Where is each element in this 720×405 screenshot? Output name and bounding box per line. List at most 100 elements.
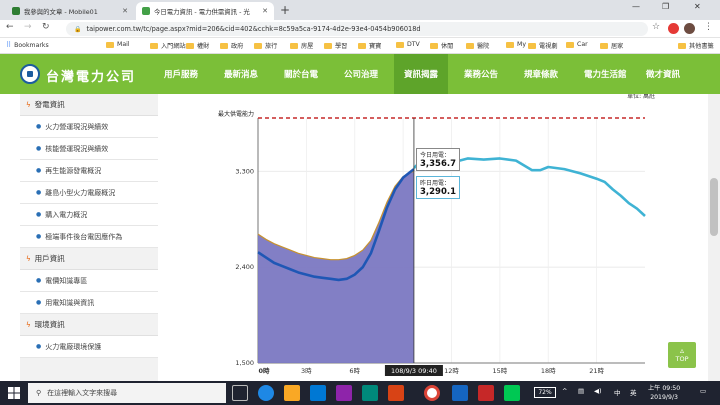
folder-icon	[506, 41, 514, 48]
yesterday-usage-tooltip: 昨日用電： 3,290.1	[416, 176, 461, 199]
bookmark-item[interactable]: ⠿ Bookmarks	[6, 41, 49, 49]
tab-mobile01[interactable]: 我參與的文章 - Mobile01 ✕	[6, 2, 134, 20]
scrollbar-thumb[interactable]	[710, 178, 718, 236]
battery-indicator[interactable]: 72%	[534, 387, 556, 398]
bookmark-folder[interactable]: 權財	[186, 41, 209, 50]
forward-icon[interactable]: →	[24, 22, 32, 32]
sidebar-item[interactable]: ● 核能營運現況與績效	[20, 138, 158, 160]
new-tab-icon[interactable]: +	[280, 3, 290, 17]
sidebar-item[interactable]: ● 極端事件後台電因應作為	[20, 226, 158, 248]
back-icon[interactable]: ←	[6, 22, 14, 32]
bookmark-folder[interactable]: Car	[566, 41, 588, 48]
bullet-icon: ●	[36, 277, 42, 284]
sidebar-item[interactable]: ● 電價知識專區	[20, 270, 158, 292]
network-icon[interactable]: ▤	[578, 387, 584, 395]
bullet-icon: ●	[36, 123, 42, 130]
bullet-icon: ●	[36, 145, 42, 152]
bookmark-folder[interactable]: 旅行	[254, 41, 277, 50]
edge-icon[interactable]	[258, 385, 274, 401]
bookmark-folder[interactable]: Mail	[106, 41, 130, 48]
windows-taskbar: ⚲ 在這裡輸入文字來搜尋 72% ^ ▤ ◀) 中 英 上午 09:50 201…	[0, 381, 720, 405]
sidebar-item[interactable]: ● 購入電力概況	[20, 204, 158, 226]
extension-icon[interactable]	[668, 23, 679, 34]
taskbar-search-input[interactable]: ⚲ 在這裡輸入文字來搜尋	[28, 383, 226, 403]
file-explorer-icon[interactable]	[284, 385, 300, 401]
tooltip-yesterday-value: 3,290.1	[420, 187, 457, 197]
nav-item[interactable]: 公司治理	[344, 68, 378, 80]
search-icon: ⚲	[36, 389, 42, 397]
sidebar-item[interactable]: ● 用電知識與資訊	[20, 292, 158, 314]
line-icon[interactable]	[504, 385, 520, 401]
bookmark-folder[interactable]: DTV	[396, 41, 420, 48]
store-icon[interactable]	[362, 385, 378, 401]
minimize-icon[interactable]: —	[632, 2, 640, 11]
close-window-icon[interactable]: ✕	[694, 2, 701, 11]
task-view-icon[interactable]	[232, 385, 248, 401]
ime-mode-icon[interactable]: 英	[630, 387, 637, 397]
bookmark-folder[interactable]: 居家	[600, 41, 623, 50]
bullet-icon: ●	[36, 233, 42, 240]
url-text: taipower.com.tw/tc/page.aspx?mid=206&cid…	[86, 25, 421, 33]
nav-item[interactable]: 最新消息	[224, 68, 258, 80]
app-icon[interactable]	[478, 385, 494, 401]
maximize-icon[interactable]: ❐	[662, 2, 669, 11]
folder-icon	[466, 42, 474, 49]
nav-item[interactable]: 規章條款	[524, 68, 558, 80]
folder-icon	[678, 42, 686, 49]
tab-taipower[interactable]: 今日電力資訊 - 電力供需資訊 - 光 ✕	[136, 2, 274, 20]
page-scrollbar[interactable]	[708, 94, 720, 381]
mail-icon[interactable]	[310, 385, 326, 401]
sidebar-section-heading[interactable]: ϟ 用戶資訊	[20, 248, 158, 270]
ime-icon[interactable]: 中	[614, 387, 621, 397]
nav-item[interactable]: 關於台電	[284, 68, 318, 80]
menu-kebab-icon[interactable]: ⋮	[704, 22, 713, 32]
nav-item[interactable]: 資訊揭露	[394, 54, 449, 94]
sidebar-item[interactable]: ● 再生能源發電概況	[20, 160, 158, 182]
sidebar-item[interactable]: ● 離島小型火力電廠概況	[20, 182, 158, 204]
sidebar-item[interactable]: ● 火力電廠環境保護	[20, 336, 158, 358]
taipower-logo-icon[interactable]	[20, 64, 40, 84]
bullet-icon: ●	[36, 343, 42, 350]
bookmark-folder[interactable]: 政府	[220, 41, 243, 50]
sidebar-section-heading[interactable]: ϟ 發電資訊	[20, 94, 158, 116]
windows-start-icon[interactable]	[8, 387, 20, 399]
other-bookmarks[interactable]: 其他書籤	[678, 41, 714, 50]
y-tick-label: 3,300	[235, 167, 254, 175]
x-tick-label: 0時	[258, 366, 270, 375]
bookmark-star-icon[interactable]: ☆	[652, 22, 660, 32]
close-tab-icon[interactable]: ✕	[262, 7, 268, 15]
address-bar[interactable]: 🔒 taipower.com.tw/tc/page.aspx?mid=206&c…	[66, 22, 648, 36]
tab-title: 我參與的文章 - Mobile01	[24, 7, 98, 16]
profile-avatar[interactable]	[684, 23, 695, 34]
nav-item[interactable]: 徵才資訊	[646, 68, 680, 80]
reload-icon[interactable]: ↻	[42, 22, 50, 32]
office-icon[interactable]	[388, 385, 404, 401]
bookmark-folder[interactable]: 學習	[324, 41, 347, 50]
bookmark-folder[interactable]: My	[506, 41, 526, 48]
folder-icon	[220, 42, 228, 49]
bookmark-folder[interactable]: 房屋	[290, 41, 313, 50]
site-logo-text[interactable]: 台灣電力公司	[46, 66, 136, 85]
chrome-icon[interactable]	[424, 385, 440, 401]
sidebar-section-heading[interactable]: ϟ 環境資訊	[20, 314, 158, 336]
app-icon[interactable]	[452, 385, 468, 401]
taskbar-clock[interactable]: 上午 09:50 2019/9/3	[648, 384, 680, 402]
taipower-favicon-icon	[142, 7, 150, 15]
close-tab-icon[interactable]: ✕	[122, 7, 128, 15]
folder-icon	[290, 42, 298, 49]
back-to-top-button[interactable]: ▵ TOP	[668, 342, 696, 368]
bookmark-folder[interactable]: 休閒	[430, 41, 453, 50]
volume-icon[interactable]: ◀)	[594, 387, 602, 395]
nav-item[interactable]: 業務公告	[464, 68, 498, 80]
nav-item[interactable]: 電力生活館	[584, 68, 627, 80]
bookmark-folder[interactable]: 寶寶	[358, 41, 381, 50]
apps-grid-icon: ⠿	[6, 41, 12, 49]
bookmark-folder[interactable]: 電視劇	[528, 41, 558, 50]
nav-item[interactable]: 用戶服務	[164, 68, 198, 80]
bookmark-folder[interactable]: 入門網站	[150, 41, 186, 50]
notification-icon[interactable]: ▭	[700, 387, 706, 395]
app-icon[interactable]	[336, 385, 352, 401]
sidebar-item[interactable]: ● 火力營運現況與績效	[20, 116, 158, 138]
bookmark-folder[interactable]: 醫院	[466, 41, 489, 50]
tray-chevron-icon[interactable]: ^	[562, 387, 567, 395]
